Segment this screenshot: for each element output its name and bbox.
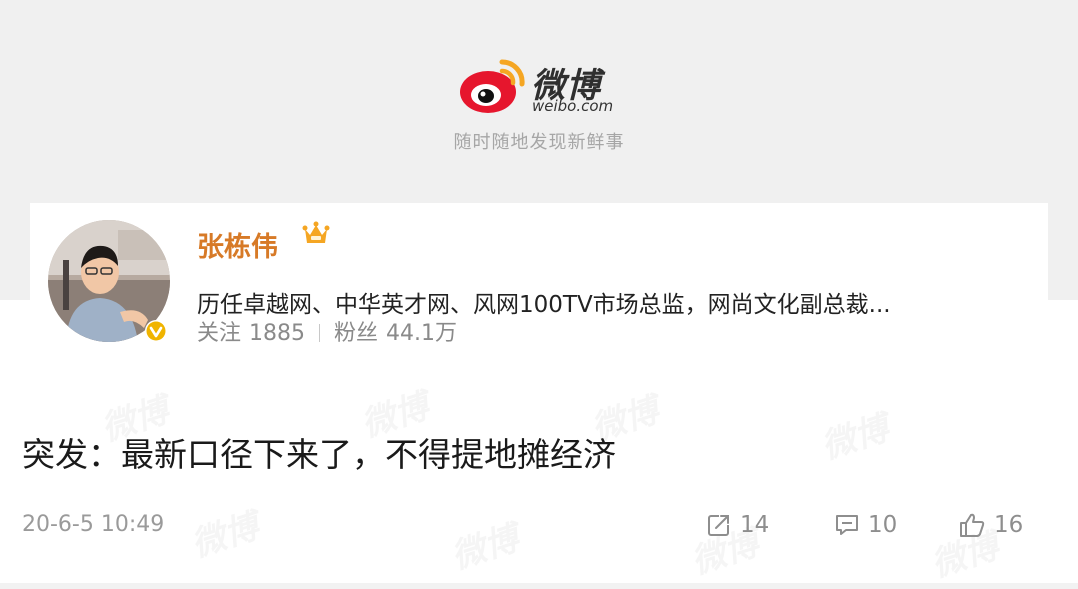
following-count[interactable]: 1885: [249, 321, 305, 346]
post-timestamp: 20-6-5 10:49: [22, 512, 165, 537]
like-button[interactable]: 16: [958, 512, 1023, 538]
following-label[interactable]: 关注: [197, 321, 241, 346]
watermark: 微博: [444, 511, 524, 579]
followers-count[interactable]: 44.1万: [386, 321, 457, 346]
bottom-divider: [0, 583, 1078, 589]
watermark: 微博: [184, 499, 264, 567]
profile-bio: 历任卓越网、中华英才网、风网100TV市场总监，网尚文化副总裁...: [197, 292, 891, 318]
followers-label[interactable]: 粉丝: [334, 321, 378, 346]
repost-button[interactable]: 14: [706, 512, 769, 538]
repost-count: 14: [740, 512, 770, 538]
post-text: 突发：最新口径下来了，不得提地摊经济: [22, 435, 616, 474]
comment-button[interactable]: 10: [834, 512, 897, 538]
weibo-logo-icon: [460, 59, 525, 113]
brand-tagline: 随时随地发现新鲜事: [453, 132, 625, 153]
like-count: 16: [994, 512, 1024, 538]
username[interactable]: 张栋伟: [197, 225, 278, 264]
profile-stats: 关注 1885 粉丝 44.1万: [197, 315, 457, 347]
stats-divider: [319, 324, 321, 342]
brand-domain: weibo.com: [532, 97, 614, 115]
verified-icon: [145, 320, 167, 342]
profile-card[interactable]: 张栋伟 历任卓越网、中华英才网、风网100TV市场总监，网尚文化副总裁... 关…: [30, 203, 1048, 366]
vip-crown-icon: [302, 221, 330, 243]
comment-icon: [836, 515, 858, 535]
thumbs-up-icon: [960, 513, 985, 537]
repost-icon: [708, 515, 729, 536]
watermark: 微博: [814, 401, 894, 469]
comment-count: 10: [868, 512, 898, 538]
weibo-brand: 微博 weibo.com: [458, 54, 638, 116]
